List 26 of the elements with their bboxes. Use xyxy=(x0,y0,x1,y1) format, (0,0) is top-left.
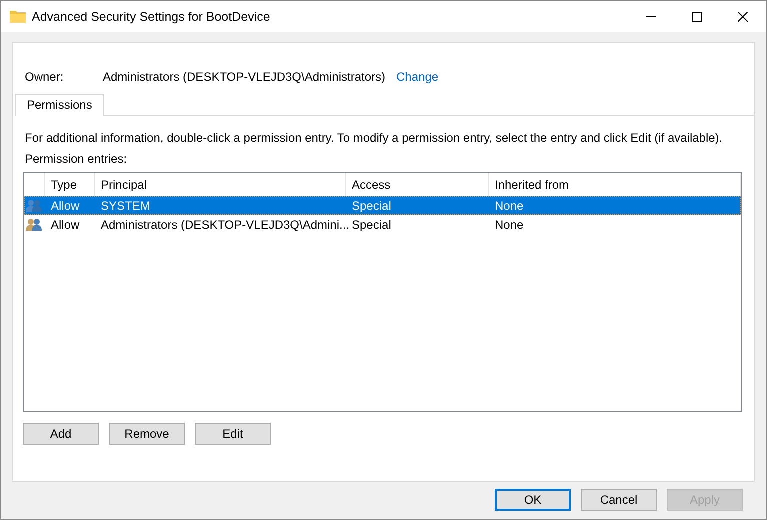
access-cell-text: Special xyxy=(351,218,392,232)
dialog-button[interactable]: OK xyxy=(495,489,571,511)
dialog-button[interactable]: Cancel xyxy=(581,489,657,511)
change-link[interactable]: Change xyxy=(396,70,439,84)
entries-label: Permission entries: xyxy=(25,152,128,166)
permission-row[interactable]: Allow SYSTEM Special None xyxy=(24,196,741,215)
users-icon xyxy=(26,198,43,212)
close-icon xyxy=(738,12,748,22)
tab[interactable]: Permissions xyxy=(15,94,104,116)
entry-button[interactable]: Add xyxy=(23,423,99,445)
access-cell-text: Special xyxy=(351,198,392,212)
type-cell-text: Allow xyxy=(50,218,81,232)
owner-label: Owner: xyxy=(25,70,65,84)
window-title: Advanced Security Settings for BootDevice xyxy=(32,10,272,24)
principal-cell-text: SYSTEM xyxy=(100,198,152,212)
info-text: For additional information, double-click a permission entry. To modify a permission entry, select the entry and click Edit (if available). xyxy=(25,131,724,145)
inherited-cell-text: None xyxy=(494,218,525,232)
entry-button[interactable]: Remove xyxy=(109,423,185,445)
users-icon xyxy=(26,218,43,232)
type-cell-text: Allow xyxy=(50,198,81,212)
owner-value: Administrators (DESKTOP-VLEJD3Q\Administrators) xyxy=(103,70,386,84)
folder-icon xyxy=(10,10,26,23)
principal-cell-text: Administrators (DESKTOP-VLEJD3Q\Admini... xyxy=(100,218,346,232)
entry-button[interactable]: Edit xyxy=(195,423,271,445)
maximize-icon xyxy=(692,12,702,22)
inherited-cell-text: None xyxy=(494,198,525,212)
